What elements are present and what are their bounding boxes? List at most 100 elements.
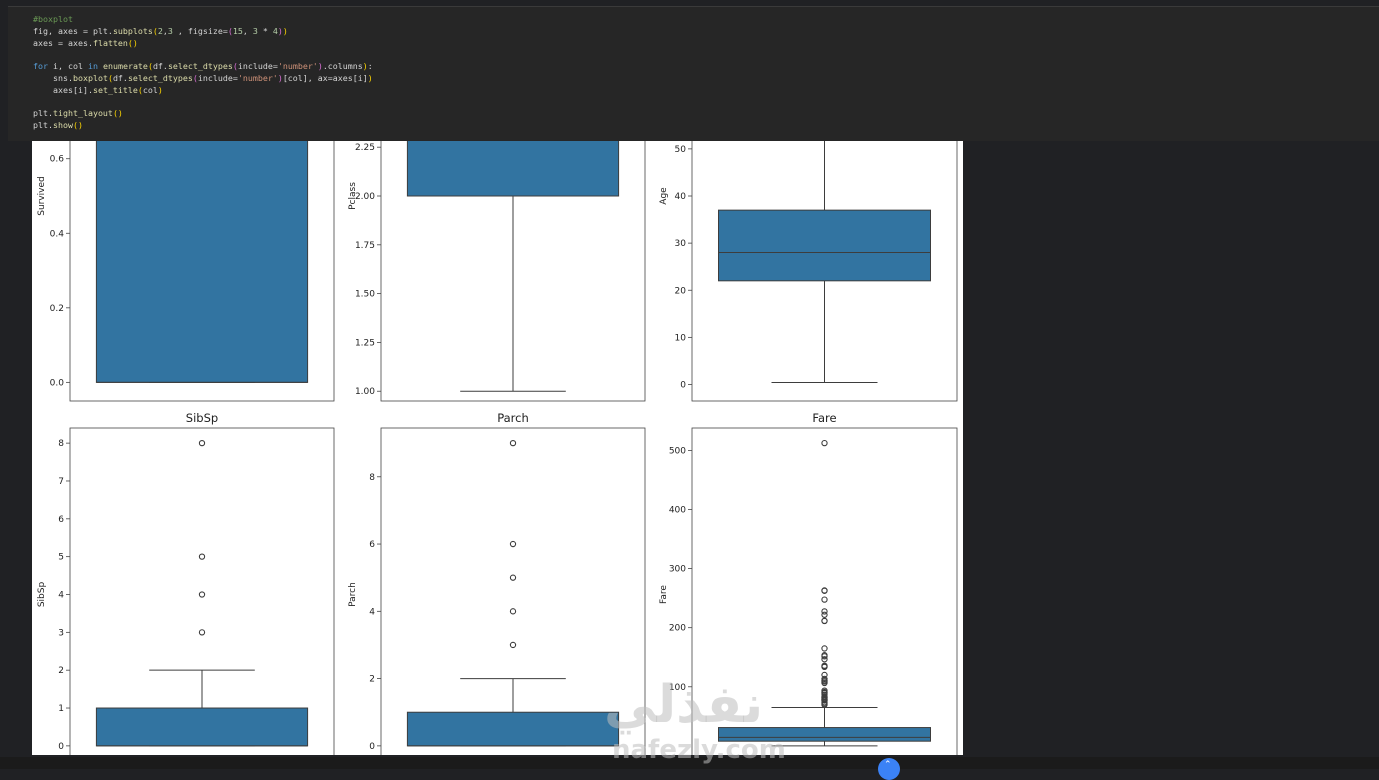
y-tick-label: 5 <box>58 553 64 563</box>
code-token: 15 <box>232 25 243 36</box>
code-token: ) <box>367 72 373 83</box>
y-tick-label: 30 <box>675 239 687 249</box>
outlier-point <box>509 574 517 581</box>
y-tick-label: 0 <box>58 742 64 752</box>
code-token: col <box>142 84 158 95</box>
outlier-point <box>198 439 206 447</box>
code-token: plt. <box>33 108 53 119</box>
y-axis-label: SibSp <box>37 582 47 608</box>
code-line: sns.boxplot(df.select_dtypes(include='nu… <box>33 73 373 83</box>
y-tick-label: 300 <box>669 565 686 575</box>
y-tick-label: 0.4 <box>50 229 65 239</box>
code-token: * <box>257 25 273 36</box>
subplot-parch: 0 2 4 6 8 Parch Parch <box>348 411 646 755</box>
code-token: , figsize= <box>172 25 228 36</box>
box <box>718 209 931 282</box>
y-tick-label: 400 <box>669 505 686 515</box>
subplot-title: Fare <box>812 411 836 425</box>
y-tick-label: 2.25 <box>355 143 375 153</box>
code-token: tight_layout <box>52 108 113 119</box>
y-axis-label: Survived <box>37 176 47 216</box>
outlier-point <box>509 608 517 615</box>
code-line: for i, col in enumerate(df.select_dtypes… <box>33 61 373 71</box>
outlier-point <box>198 591 206 598</box>
code-line: axes = axes.flatten() <box>33 38 138 48</box>
code-token: include= <box>197 72 238 83</box>
code-token: enumerate <box>102 61 148 72</box>
code-token: fig, axes = plt. <box>33 25 113 36</box>
watermark-arabic: نفذلي <box>604 675 764 735</box>
code-token: set_title <box>92 84 138 95</box>
code-token: select_dtypes <box>167 61 233 72</box>
outlier-point <box>821 439 828 447</box>
code-token: in <box>87 61 98 72</box>
outlier-point <box>821 645 828 652</box>
code-token: 'number' <box>237 72 278 83</box>
y-axis-label: Pclass <box>348 182 358 210</box>
y-tick-label: 2 <box>369 675 375 685</box>
y-axis-label: Parch <box>348 582 358 607</box>
outlier-point <box>198 629 206 636</box>
y-tick-label: 7 <box>58 477 64 487</box>
code-token: () <box>127 37 138 48</box>
subplot-survived: 0.0 0.2 0.4 0.6 Survived <box>37 141 335 402</box>
code-token: 'number' <box>277 61 318 72</box>
y-tick-label: 0 <box>369 742 375 752</box>
code-token: #boxplot <box>33 14 73 24</box>
box <box>406 141 620 197</box>
code-line: plt.show() <box>33 120 83 130</box>
y-axis-label: Age <box>659 187 669 205</box>
code-token: show <box>52 120 73 131</box>
code-token: ) <box>157 84 163 95</box>
y-tick-label: 40 <box>675 192 687 202</box>
y-tick-label: 6 <box>58 515 64 525</box>
box <box>406 711 620 747</box>
watermark-latin: nafezly.com <box>612 735 786 765</box>
scroll-down-button[interactable]: ⌃ <box>878 758 900 780</box>
code-token: select_dtypes <box>127 72 193 83</box>
y-tick-label: 0.0 <box>50 378 65 388</box>
code-line: axes[i].set_title(col) <box>33 85 163 95</box>
y-tick-label: 2.00 <box>355 192 375 202</box>
y-tick-label: 4 <box>58 591 64 601</box>
y-tick-label: 1.75 <box>355 241 375 251</box>
outlier-point <box>198 553 206 560</box>
code-token: , <box>242 25 253 36</box>
y-tick-label: 8 <box>369 473 375 483</box>
code-token: axes[i]. <box>33 84 93 95</box>
y-tick-label: 2 <box>58 666 64 676</box>
code-text[interactable]: #boxplot fig, axes = plt.subplots(2,3 , … <box>33 14 373 132</box>
y-tick-label: 8 <box>58 439 64 449</box>
code-token: : <box>367 61 373 72</box>
code-token: i, col <box>48 61 88 72</box>
y-tick-label: 50 <box>675 145 687 155</box>
code-editor: #boxplot fig, axes = plt.subplots(2,3 , … <box>0 0 1379 142</box>
outlier-point <box>509 439 517 447</box>
code-token: [col], ax=axes[i] <box>282 72 368 83</box>
code-token: df. <box>112 72 128 83</box>
subplot-pclass: 1.00 1.25 1.50 1.75 2.00 2.25 Pclass <box>348 141 646 402</box>
subplot-age: 0 10 20 30 40 50 Age <box>659 141 958 402</box>
code-token: plt. <box>33 120 53 131</box>
box <box>95 141 309 383</box>
code-token: for <box>33 61 48 72</box>
boxplot-figure: 0.0 0.2 0.4 0.6 Survived 1.00 1.25 1.50 1.75 2.00… <box>32 141 963 755</box>
outlier-point <box>509 641 517 649</box>
code-token: .columns <box>322 61 363 72</box>
outlier-point <box>509 540 517 548</box>
y-tick-label: 1.50 <box>355 290 375 300</box>
code-line: plt.tight_layout() <box>33 108 123 118</box>
boxplot-grid: 0.0 0.2 0.4 0.6 Survived 1.00 1.25 1.50 1.75 2.00… <box>37 141 958 755</box>
outlier-point <box>821 617 828 625</box>
y-tick-label: 3 <box>58 628 64 638</box>
code-token: () <box>112 108 123 119</box>
outlier-point <box>821 596 828 603</box>
outlier-point <box>821 608 828 615</box>
code-token: df. <box>152 61 168 72</box>
y-tick-label: 500 <box>669 446 686 456</box>
output-area: 0.0 0.2 0.4 0.6 Survived 1.00 1.25 1.50 1.75 2.00… <box>0 141 1379 757</box>
y-tick-label: 200 <box>669 624 686 634</box>
y-tick-label: 0.6 <box>50 155 65 165</box>
code-token: ) <box>282 25 288 36</box>
y-tick-label: 1.25 <box>355 338 375 348</box>
